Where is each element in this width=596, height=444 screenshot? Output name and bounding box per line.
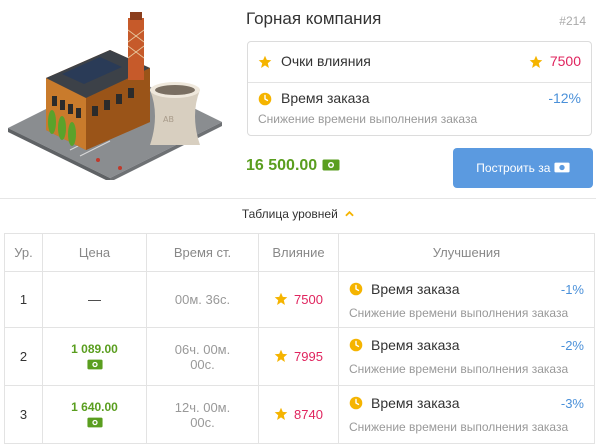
upgrade-cell: Время заказа -1% Снижение времени выполн… — [338, 271, 595, 328]
header-upgrades: Улучшения — [338, 233, 595, 272]
levels-table-toggle[interactable]: Таблица уровней — [0, 207, 596, 221]
build-time-cell: 00м. 36с. — [146, 271, 259, 328]
star-icon — [274, 349, 288, 362]
money-icon — [86, 417, 103, 427]
price-cell: 1 089.00 — [42, 327, 147, 386]
table-header-row: Ур. Цена Время ст. Влияние Улучшения — [4, 233, 595, 272]
level-cell: 2 — [4, 327, 43, 386]
price-cell: 1 640.00 — [42, 385, 147, 444]
build-time-line2: 00с. — [190, 356, 215, 372]
influence-value: 7500 — [294, 292, 323, 307]
header-build-time: Время ст. — [146, 233, 259, 272]
influence-value: 7995 — [294, 349, 323, 364]
money-icon — [86, 359, 103, 369]
clock-icon — [258, 92, 272, 106]
build-time-line2: 00с. — [190, 414, 215, 430]
order-time-value: -12% — [548, 90, 581, 106]
price-value: 1 640.00 — [71, 399, 118, 414]
price-cell: — — [42, 271, 147, 328]
build-time-line1: 12ч. 00м. — [174, 399, 231, 415]
star-icon — [258, 55, 272, 68]
divider — [0, 198, 596, 199]
clock-icon — [349, 282, 363, 296]
upgrade-cell: Время заказа -3% Снижение времени выполн… — [338, 385, 595, 444]
influence-row: Очки влияния 7500 — [248, 42, 591, 83]
header-price: Цена — [42, 233, 147, 272]
building-info-box: Очки влияния 7500 Время заказа -12% Сниж… — [247, 41, 592, 136]
upgrade-title: Время заказа — [371, 281, 460, 297]
upgrade-value: -1% — [560, 282, 584, 297]
level-cell: 3 — [4, 385, 43, 444]
star-icon — [274, 407, 288, 420]
upgrade-title: Время заказа — [371, 395, 460, 411]
upgrade-value: -3% — [560, 396, 584, 411]
header-influence: Влияние — [258, 233, 339, 272]
influence-cell: 7995 — [258, 327, 339, 386]
svg-text:AB: AB — [163, 115, 174, 124]
building-illustration: AB — [8, 12, 222, 180]
build-price: 16 500.00 — [246, 157, 340, 175]
influence-value: 8740 — [294, 407, 323, 422]
influence-cell: 8740 — [258, 385, 339, 444]
build-button-label: Построить за — [476, 161, 551, 175]
build-price-value: 16 500.00 — [246, 157, 318, 174]
star-icon — [529, 55, 543, 68]
order-time-description: Снижение времени выполнения заказа — [258, 112, 478, 126]
upgrade-title: Время заказа — [371, 337, 460, 353]
building-title: Горная компания — [246, 9, 382, 28]
build-time-line1: 06ч. 00м. — [174, 341, 231, 357]
header-level: Ур. — [4, 233, 43, 272]
influence-label: Очки влияния — [281, 53, 371, 69]
star-icon — [274, 292, 288, 305]
table-row: 3 1 640.00 12ч. 00м. 00с. 8740 Время зак… — [4, 385, 595, 444]
upgrade-cell: Время заказа -2% Снижение времени выполн… — [338, 327, 595, 386]
upgrade-description: Снижение времени выполнения заказа — [349, 420, 569, 434]
price-value: 1 089.00 — [71, 341, 118, 356]
build-time-line1: 00м. 36с. — [174, 292, 231, 307]
levels-table-toggle-label: Таблица уровней — [241, 207, 338, 221]
influence-cell: 7500 — [258, 271, 339, 328]
influence-value: 7500 — [549, 53, 581, 69]
table-row: 1 — 00м. 36с. 7500 Время заказа -1% Сниж… — [4, 271, 595, 328]
price-value: — — [88, 292, 101, 307]
upgrade-description: Снижение времени выполнения заказа — [349, 362, 569, 376]
clock-icon — [349, 396, 363, 410]
build-time-cell: 06ч. 00м. 00с. — [146, 327, 259, 386]
clock-icon — [349, 338, 363, 352]
building-id: #214 — [559, 14, 586, 28]
build-time-cell: 12ч. 00м. 00с. — [146, 385, 259, 444]
money-icon — [554, 162, 570, 173]
level-cell: 1 — [4, 271, 43, 328]
build-button[interactable]: Построить за — [453, 148, 593, 188]
levels-table: Ур. Цена Время ст. Влияние Улучшения 1 —… — [4, 233, 595, 444]
money-icon — [322, 159, 340, 171]
chevron-up-icon — [345, 211, 354, 217]
table-row: 2 1 089.00 06ч. 00м. 00с. 7995 Время зак… — [4, 327, 595, 386]
order-time-label: Время заказа — [281, 90, 370, 106]
upgrade-value: -2% — [560, 338, 584, 353]
upgrade-description: Снижение времени выполнения заказа — [349, 306, 569, 320]
